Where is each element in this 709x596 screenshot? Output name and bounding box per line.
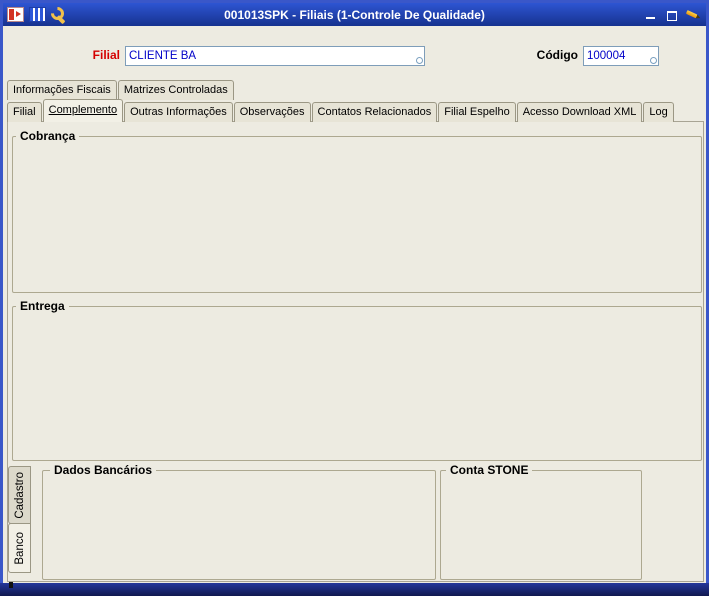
tab-filial-espelho[interactable]: Filial Espelho (438, 102, 516, 122)
tab-informacoes-fiscais[interactable]: Informações Fiscais (7, 80, 117, 100)
conta-stone-group (440, 470, 642, 580)
tab-acesso-download-xml[interactable]: Acesso Download XML (516, 102, 643, 122)
minimize-button[interactable] (643, 8, 659, 22)
conta-stone-title: Conta STONE (446, 463, 533, 477)
tab-observacoes[interactable]: Observações (233, 102, 311, 122)
tab-outras-informacoes[interactable]: Outras Informações (124, 102, 233, 122)
window-border-left (0, 0, 3, 596)
window-border-bottom (0, 583, 709, 596)
columns-icon[interactable] (29, 7, 46, 22)
dados-bancarios-title: Dados Bancários (50, 463, 157, 477)
tab-matrizes-controladas[interactable]: Matrizes Controladas (117, 80, 234, 100)
side-tab-banco[interactable]: Banco (8, 523, 31, 573)
main-tabs: Filial Complemento Outras Informações Ob… (7, 99, 674, 122)
edit-pencil-icon[interactable] (682, 4, 704, 26)
exit-icon[interactable] (7, 7, 24, 22)
filial-field[interactable]: CLIENTE BA (125, 46, 425, 66)
codigo-field[interactable]: 100004 (583, 46, 659, 66)
restore-button[interactable] (664, 8, 680, 22)
dados-bancarios-group (42, 470, 436, 580)
cobranca-title: Cobrança (16, 129, 80, 143)
tab-log[interactable]: Log (643, 102, 674, 122)
side-tab-cadastro-label: Cadastro (13, 471, 26, 519)
filial-label: Filial (92, 48, 120, 62)
side-tab-banco-label: Banco (13, 531, 26, 565)
cobranca-group (12, 136, 702, 293)
outer-tabs: Informações Fiscais Matrizes Controladas (7, 79, 234, 100)
side-tab-cadastro[interactable]: Cadastro (8, 466, 31, 524)
tab-filial[interactable]: Filial (7, 102, 42, 122)
tab-complemento[interactable]: Complemento (42, 99, 124, 122)
tab-contatos-relacionados[interactable]: Contatos Relacionados (311, 102, 438, 122)
entrega-group (12, 306, 702, 461)
app-window: 001013SPK - Filiais (1-Controle De Quali… (0, 0, 709, 596)
codigo-label: Código (536, 48, 578, 62)
entrega-title: Entrega (16, 299, 69, 313)
titlebar: 001013SPK - Filiais (1-Controle De Quali… (3, 3, 706, 26)
wrench-icon[interactable] (51, 7, 67, 22)
window-title: 001013SPK - Filiais (1-Controle De Quali… (224, 7, 485, 22)
